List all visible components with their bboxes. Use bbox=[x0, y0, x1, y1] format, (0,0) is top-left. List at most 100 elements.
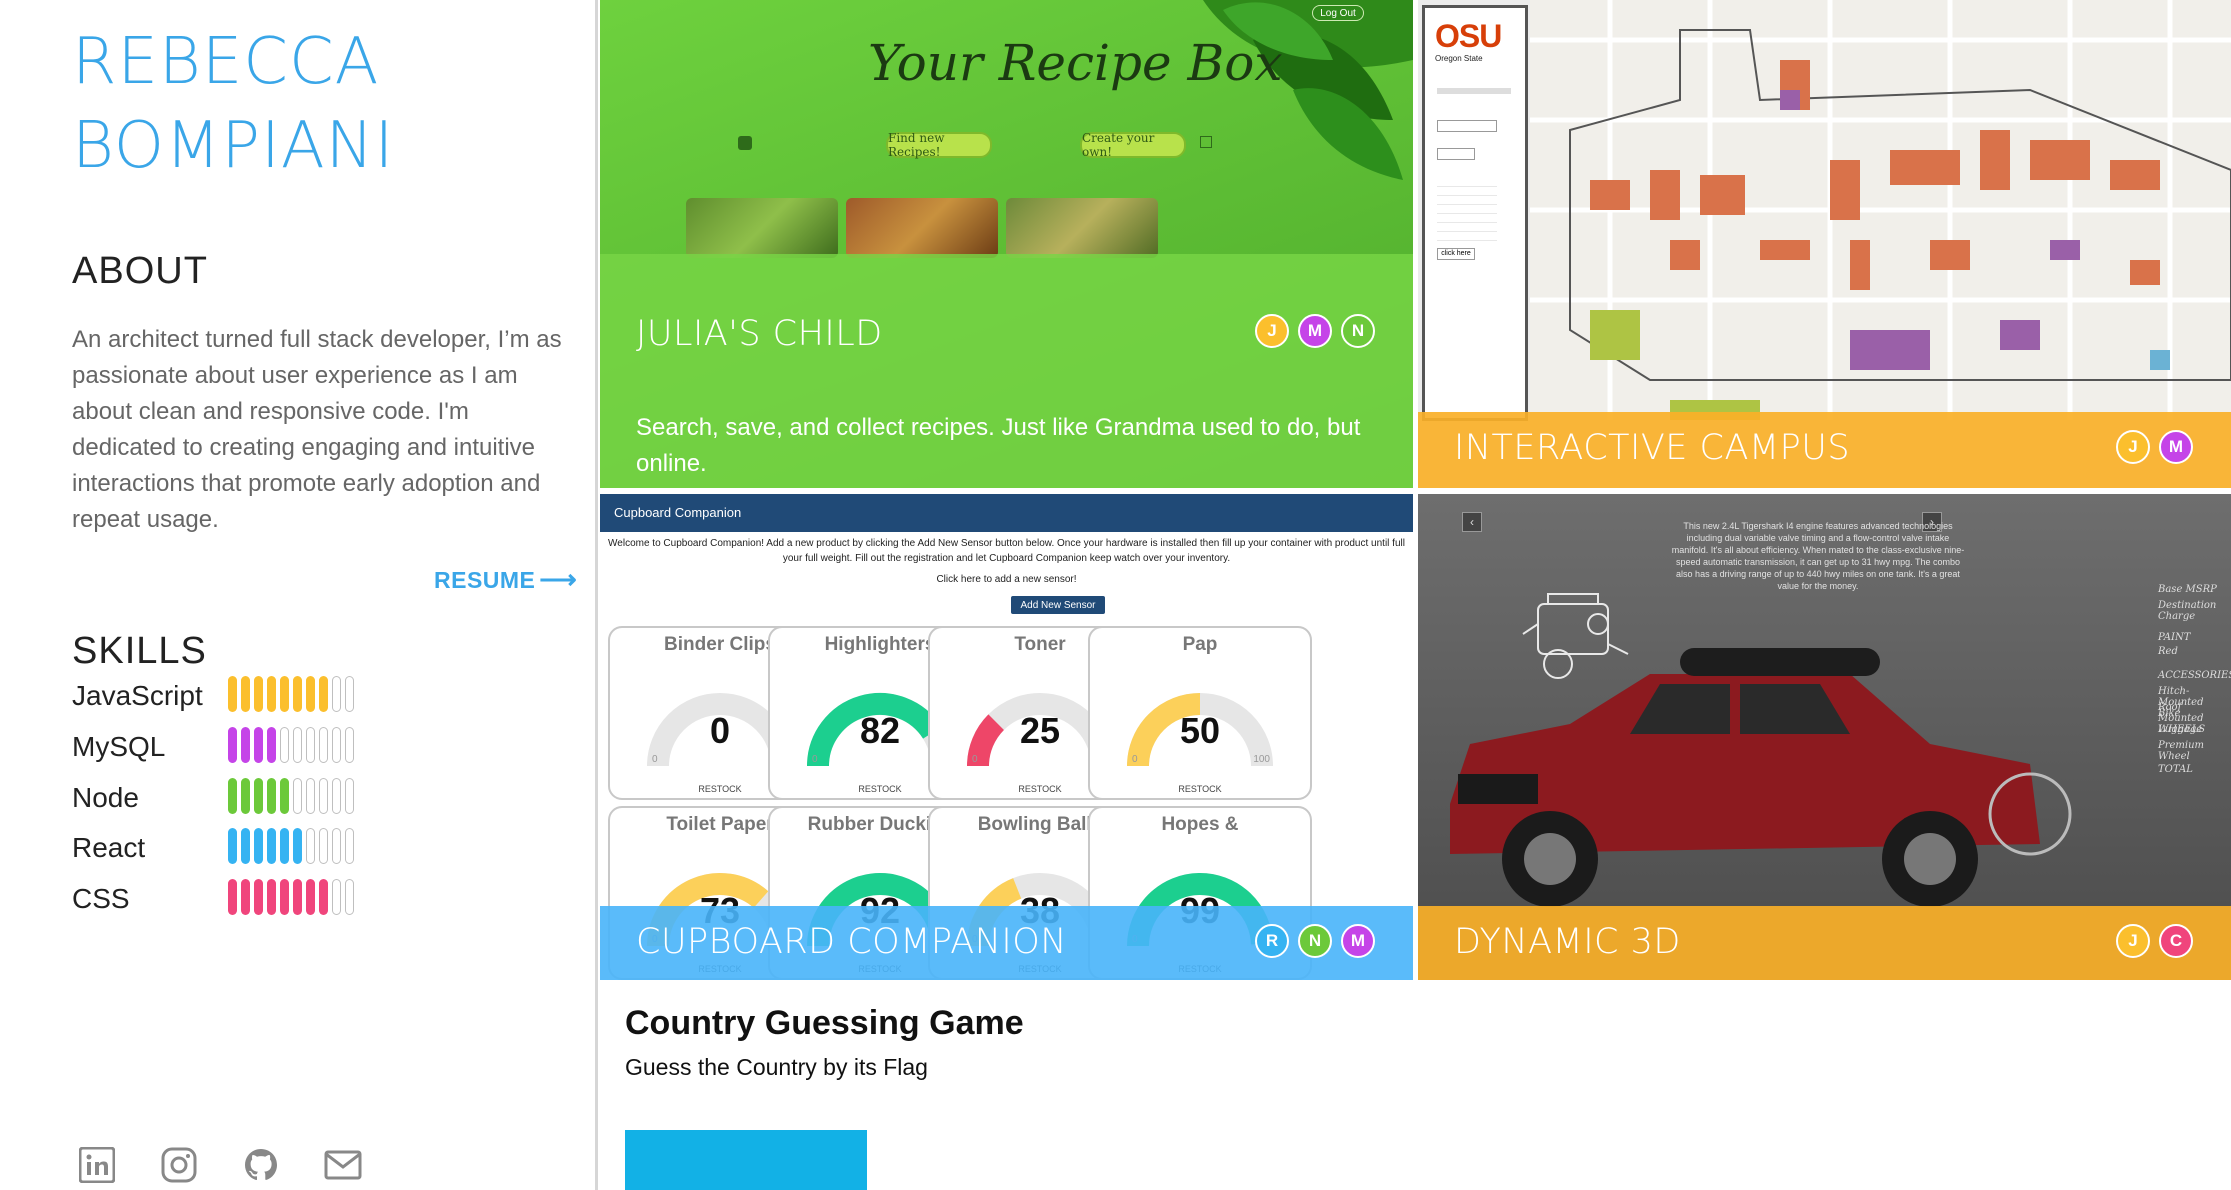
tech-badge: N bbox=[1341, 314, 1375, 348]
project-title: DYNAMIC 3D bbox=[1454, 922, 1681, 962]
tech-badge: C bbox=[2159, 924, 2193, 958]
sidebar: REBECCA BOMPIANI ABOUT An architect turn… bbox=[0, 0, 598, 1190]
gauge-min: 0 bbox=[652, 754, 658, 765]
spec-item: PAINT bbox=[2158, 632, 2191, 643]
add-sensor-prompt: Click here to add a new sensor! bbox=[936, 574, 1077, 585]
spec-item: Destination Charge bbox=[2158, 600, 2217, 622]
tile-overlay: DYNAMIC 3D J C bbox=[1418, 906, 2231, 980]
zone-select[interactable] bbox=[1437, 148, 1475, 160]
logout-button[interactable]: Log Out bbox=[1312, 5, 1364, 21]
gauge-card[interactable]: Pap 50 0 100 RESTOCK bbox=[1088, 626, 1312, 800]
skill-meter bbox=[228, 879, 354, 915]
tech-badge: R bbox=[1255, 924, 1289, 958]
instagram-icon[interactable] bbox=[160, 1146, 198, 1184]
skill-segment bbox=[267, 727, 276, 763]
tech-badge: M bbox=[1341, 924, 1375, 958]
create-recipe-button[interactable]: Create your own! bbox=[1080, 131, 1186, 159]
timeline-slider[interactable] bbox=[1437, 88, 1511, 94]
tech-badges: J C bbox=[2116, 924, 2193, 958]
restock-label: RESTOCK bbox=[1178, 784, 1222, 794]
skill-name: MySQL bbox=[72, 731, 166, 762]
project-tile-interactive-campus[interactable]: OSU Oregon State click here INTERACTIVE … bbox=[1418, 0, 2231, 488]
skill-row: MySQL bbox=[72, 727, 432, 767]
add-sensor-button[interactable]: Add New Sensor bbox=[1011, 596, 1105, 614]
car-3d-model[interactable] bbox=[1430, 634, 2080, 914]
skill-segment bbox=[306, 879, 315, 915]
skill-segment bbox=[306, 778, 315, 814]
gauge-value: 50 bbox=[1179, 710, 1221, 751]
osu-subtitle: Oregon State bbox=[1435, 54, 1483, 63]
resume-link[interactable]: RESUME ⟶ bbox=[434, 564, 577, 595]
project-tile-julias-child[interactable]: Log Out Your Recipe Box Find new Recipes… bbox=[600, 0, 1413, 488]
tech-badge: M bbox=[1298, 314, 1332, 348]
tile-overlay: CUPBOARD COMPANION R N M bbox=[600, 906, 1413, 980]
find-recipes-button[interactable]: Find new Recipes! bbox=[886, 131, 992, 159]
skill-segment bbox=[267, 778, 276, 814]
tech-badge: J bbox=[2116, 430, 2150, 464]
app-header: Cupboard Companion bbox=[600, 494, 1413, 532]
layer-checklist[interactable] bbox=[1437, 178, 1497, 244]
project-tile-cupboard-companion[interactable]: Cupboard Companion Welcome to Cupboard C… bbox=[600, 494, 1413, 980]
skill-row: React bbox=[72, 828, 432, 868]
campus-map[interactable] bbox=[1530, 0, 2231, 420]
tech-badge: J bbox=[2116, 924, 2150, 958]
skill-segment bbox=[345, 727, 354, 763]
skill-segment bbox=[267, 879, 276, 915]
github-icon[interactable] bbox=[242, 1146, 280, 1184]
tech-badges: J M bbox=[2116, 430, 2193, 464]
chevron-left-icon[interactable]: ‹ bbox=[1462, 512, 1482, 532]
skill-name: Node bbox=[72, 782, 139, 813]
skill-segment bbox=[306, 727, 315, 763]
resume-label: RESUME bbox=[434, 567, 536, 593]
linkedin-icon[interactable] bbox=[78, 1146, 116, 1184]
skill-segment bbox=[280, 879, 289, 915]
spec-item: Premium Wheel bbox=[2158, 740, 2205, 762]
profile-name: REBECCA BOMPIANI bbox=[72, 20, 394, 188]
mail-icon[interactable] bbox=[324, 1146, 362, 1184]
osu-logo: OSU bbox=[1435, 18, 1502, 54]
skill-segment bbox=[280, 828, 289, 864]
skill-segment bbox=[280, 727, 289, 763]
skill-segment bbox=[267, 828, 276, 864]
spec-item: Red bbox=[2158, 646, 2178, 657]
skills-heading: SKILLS bbox=[72, 630, 207, 672]
intro-text: Welcome to Cupboard Companion! Add a new… bbox=[608, 538, 1405, 564]
skill-row: JavaScript bbox=[72, 676, 432, 716]
name-first: REBECCA bbox=[72, 25, 380, 99]
skill-segment bbox=[228, 828, 237, 864]
tile-overlay: JULIA'S CHILD J M N Search, save, and co… bbox=[600, 254, 1413, 488]
skill-segment bbox=[319, 778, 328, 814]
country-game-subtitle: Guess the Country by its Flag bbox=[625, 1054, 928, 1080]
skill-segment bbox=[319, 676, 328, 712]
recipe-thumbnail bbox=[1006, 198, 1158, 258]
click-here-button[interactable]: click here bbox=[1437, 248, 1475, 260]
gauge-max: 100 bbox=[1253, 754, 1270, 765]
skill-segment bbox=[345, 676, 354, 712]
skill-segment bbox=[254, 879, 263, 915]
flag-image[interactable] bbox=[625, 1130, 867, 1190]
skill-meter bbox=[228, 828, 354, 864]
skill-segment bbox=[254, 828, 263, 864]
country-game-title: Country Guessing Game bbox=[625, 1004, 1024, 1042]
tech-badges: R N M bbox=[1255, 924, 1375, 958]
skill-segment bbox=[280, 676, 289, 712]
skill-segment bbox=[241, 727, 250, 763]
skill-segment bbox=[332, 778, 341, 814]
skill-segment bbox=[319, 828, 328, 864]
gauge-title: Pap bbox=[1182, 634, 1218, 655]
skill-meter bbox=[228, 727, 354, 763]
skill-segment bbox=[254, 727, 263, 763]
data-select[interactable] bbox=[1437, 120, 1497, 132]
skill-segment bbox=[345, 778, 354, 814]
skill-segment bbox=[319, 879, 328, 915]
skill-segment bbox=[267, 676, 276, 712]
recipe-thumbnail bbox=[846, 198, 998, 258]
skill-segment bbox=[241, 879, 250, 915]
gauge-title: Hopes & bbox=[1161, 814, 1239, 835]
skill-name: React bbox=[72, 832, 146, 863]
search-icon bbox=[738, 136, 752, 150]
tech-badge: N bbox=[1298, 924, 1332, 958]
skill-segment bbox=[241, 676, 250, 712]
project-tile-dynamic-3d[interactable]: ‹ › This new 2.4L Tigershark I4 engine f… bbox=[1418, 494, 2231, 980]
spec-item: WHEELS bbox=[2158, 724, 2206, 735]
